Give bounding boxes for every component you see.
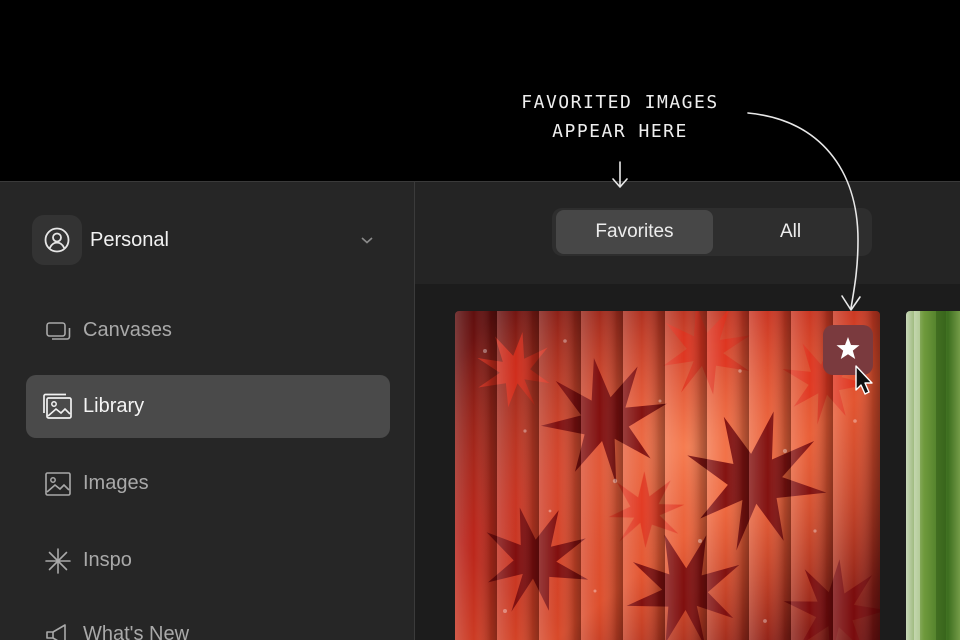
sidebar-item-label: Inspo <box>83 549 132 571</box>
sidebar-item-library[interactable]: Library <box>26 375 390 438</box>
main-panel: Favorites All <box>415 182 960 640</box>
tab-all[interactable]: All <box>712 210 869 254</box>
star-icon <box>835 335 861 366</box>
sparkle-icon <box>42 545 74 577</box>
green-blur-image <box>906 311 960 640</box>
sidebar-item-canvases[interactable]: Canvases <box>26 299 390 362</box>
account-name: Personal <box>90 228 169 251</box>
sidebar-item-whats-new[interactable]: What's New <box>26 603 390 640</box>
image-icon <box>42 468 74 500</box>
sidebar-item-inspo[interactable]: Inspo <box>26 529 390 592</box>
screen: FAVORITED IMAGES APPEAR HERE Personal Ca… <box>0 0 960 640</box>
tab-favorites[interactable]: Favorites <box>556 210 713 254</box>
view-toggle: Favorites All <box>552 208 872 256</box>
annotation-callout: FAVORITED IMAGES APPEAR HERE <box>500 88 740 146</box>
image-card[interactable] <box>906 311 960 640</box>
annotation-line-2: APPEAR HERE <box>552 121 688 142</box>
favorite-button[interactable] <box>823 325 873 375</box>
sidebar-item-label: Canvases <box>83 319 172 341</box>
user-circle-icon <box>32 215 82 265</box>
image-card[interactable] <box>455 311 880 640</box>
annotation-line-1: FAVORITED IMAGES <box>521 92 719 113</box>
library-icon <box>42 391 74 423</box>
sidebar-item-label: Library <box>83 395 145 417</box>
canvases-icon <box>42 315 74 347</box>
image-grid <box>415 284 960 640</box>
sidebar-item-label: Images <box>83 472 149 494</box>
sidebar-item-label: What's New <box>83 623 190 640</box>
chevron-down-icon <box>360 232 374 250</box>
account-switcher[interactable]: Personal <box>32 214 382 266</box>
maple-leaves-image <box>455 311 880 640</box>
sidebar: Personal Canvases Library Images Inspo W… <box>0 182 415 640</box>
app-window: Personal Canvases Library Images Inspo W… <box>0 181 960 640</box>
megaphone-icon <box>42 619 74 640</box>
sidebar-item-images[interactable]: Images <box>26 452 390 515</box>
